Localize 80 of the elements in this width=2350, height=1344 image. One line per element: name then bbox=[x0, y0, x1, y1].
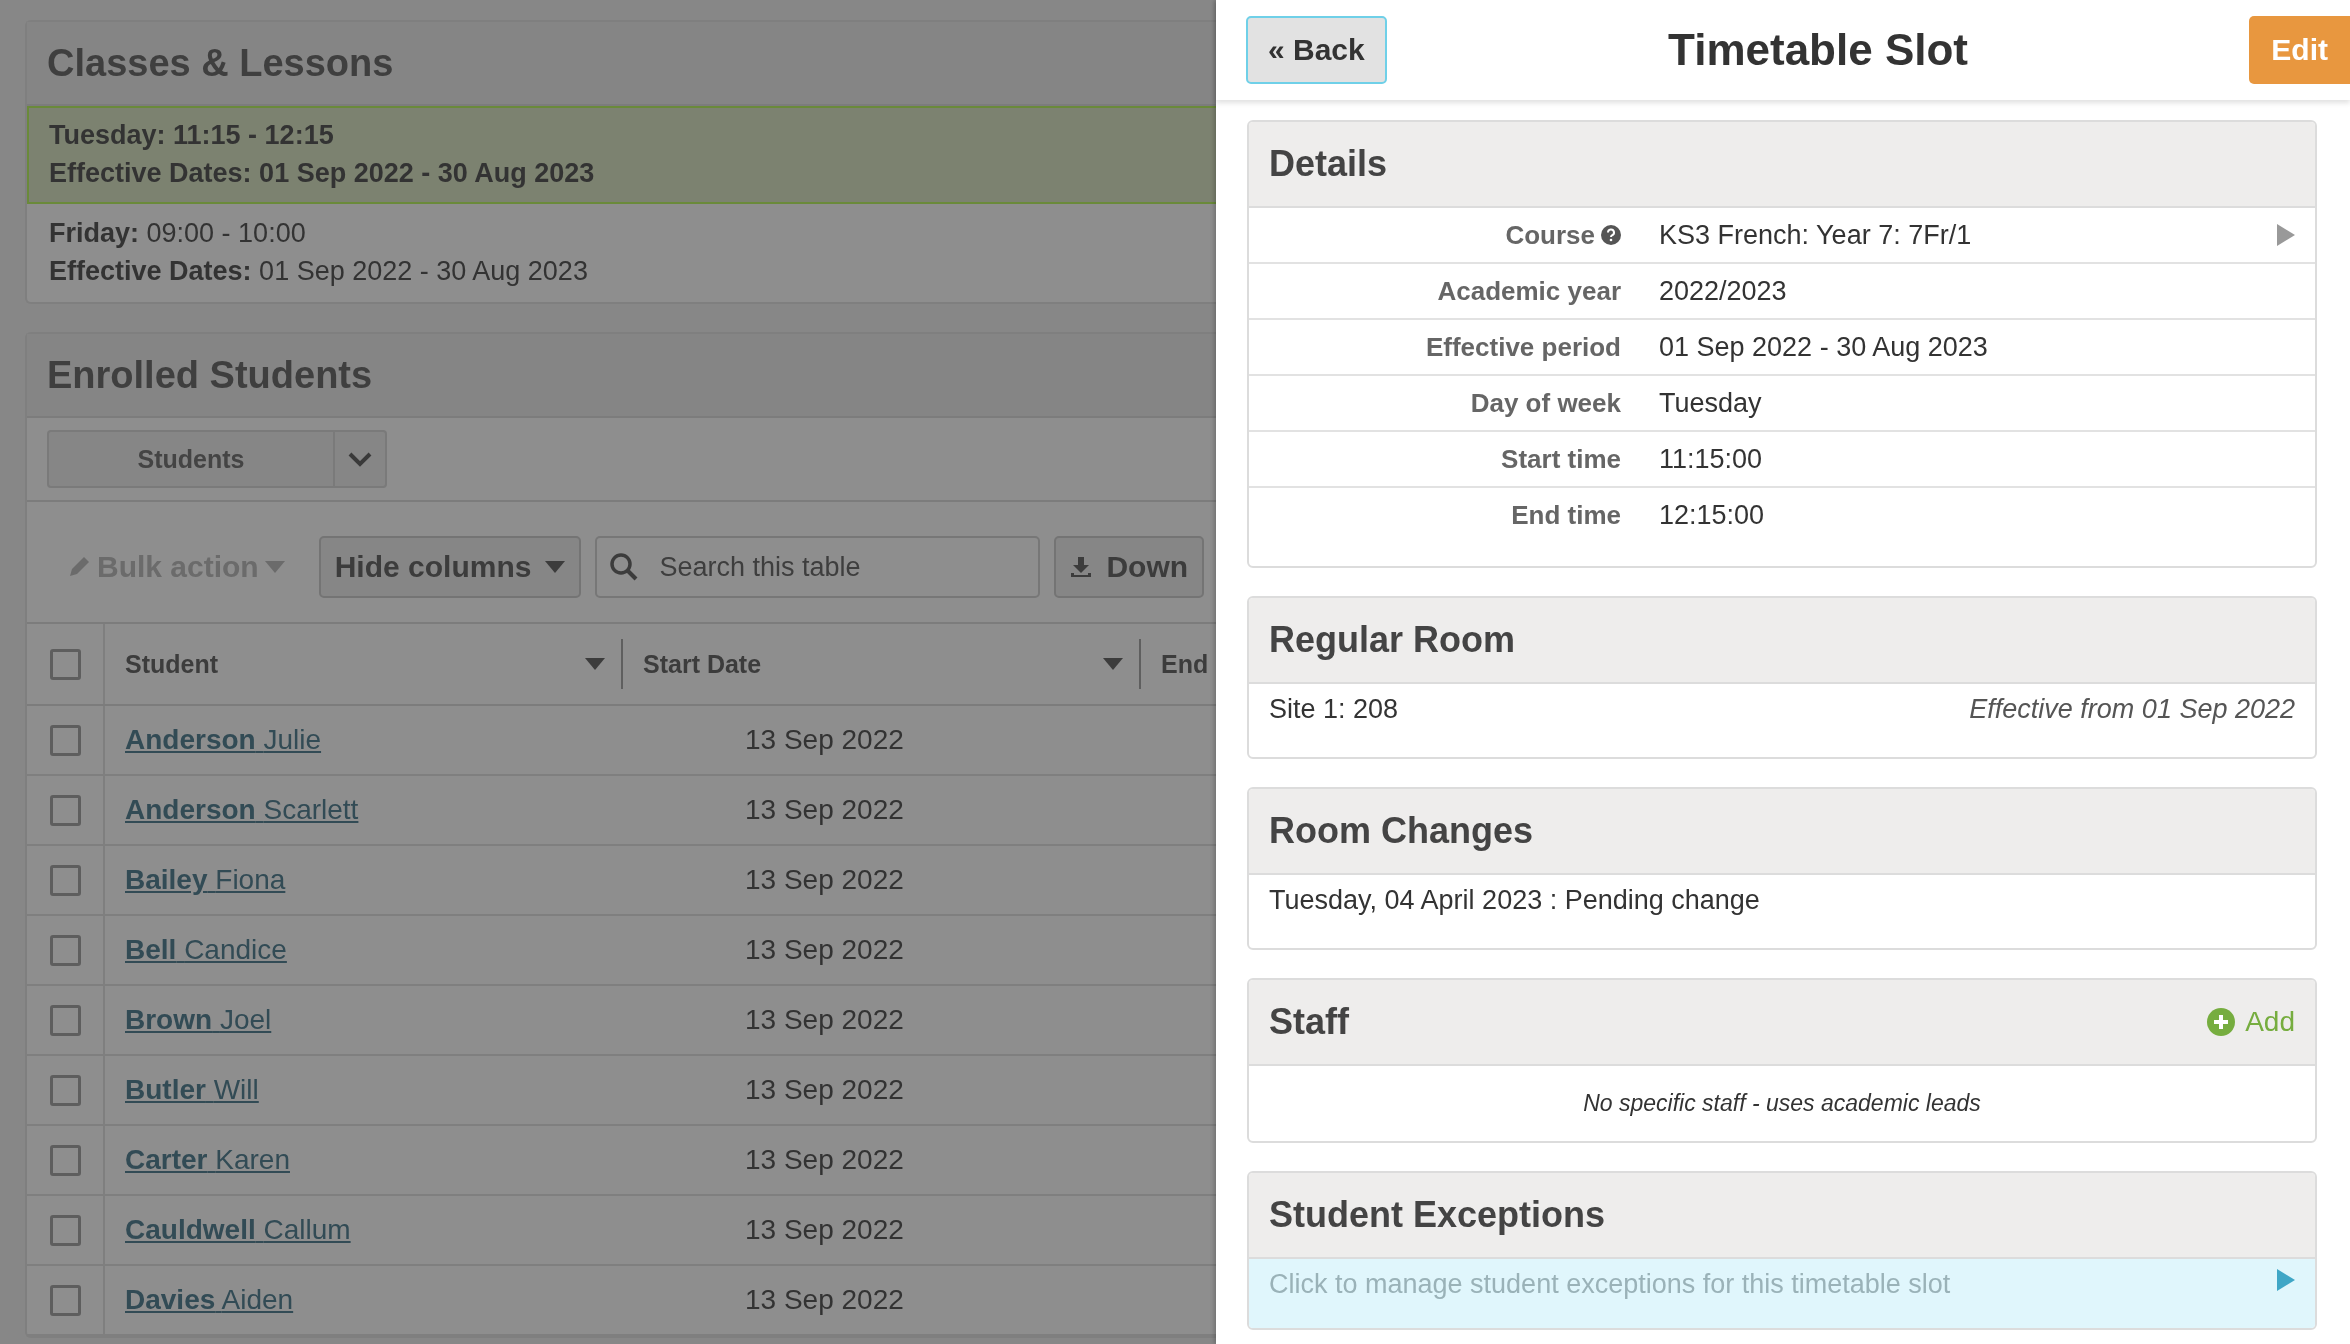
panel-title: Enrolled Students bbox=[47, 353, 373, 397]
student-link[interactable]: Anderson Julie bbox=[125, 724, 322, 755]
slot-time: Friday: 09:00 - 10:00 bbox=[49, 217, 307, 250]
back-button[interactable]: « Back bbox=[1246, 16, 1387, 84]
table-cell: 13 Sep 2022 bbox=[745, 1284, 904, 1316]
field-label: Course bbox=[1505, 219, 1595, 251]
card-title: Regular Room bbox=[1269, 619, 1516, 661]
field-value: 11:15:00 bbox=[1658, 443, 1764, 475]
plus-circle-icon bbox=[2207, 1008, 2236, 1036]
slot-dates: Effective Dates: 01 Sep 2022 - 30 Aug 2023 bbox=[49, 157, 596, 190]
row-checkbox[interactable] bbox=[49, 724, 81, 756]
empty-message: No specific staff - uses academic leads bbox=[1582, 1089, 1982, 1118]
sort-caret-icon bbox=[585, 658, 605, 670]
row-checkbox[interactable] bbox=[49, 1004, 81, 1036]
arrow-right-icon[interactable] bbox=[2277, 224, 2295, 246]
timetable-slot[interactable]: Friday: 09:00 - 10:00 Effective Dates: 01 Sep 2022 - 30 Aug 2023 bbox=[27, 204, 1216, 302]
row-checkbox[interactable] bbox=[49, 1074, 81, 1106]
field-value: 01 Sep 2022 - 30 Aug 2023 bbox=[1658, 331, 1989, 363]
chevron-down-icon bbox=[348, 451, 372, 467]
pencil-icon bbox=[67, 555, 91, 579]
field-value[interactable]: KS3 French: Year 7: 7Fr/1 bbox=[1621, 219, 2277, 251]
caret-icon bbox=[264, 561, 285, 573]
caret-icon bbox=[545, 561, 566, 573]
table-cell: 13 Sep 2022 bbox=[745, 724, 904, 756]
help-icon[interactable] bbox=[1601, 225, 1621, 245]
column-header[interactable]: Student bbox=[105, 639, 623, 689]
table-cell: 13 Sep 2022 bbox=[745, 1004, 904, 1036]
add-link[interactable]: Add bbox=[2207, 1006, 2295, 1038]
field-label: End time bbox=[1511, 500, 1621, 531]
table-cell: 13 Sep 2022 bbox=[745, 934, 904, 966]
field-label: Day of week bbox=[1470, 387, 1621, 419]
row-checkbox[interactable] bbox=[49, 1214, 81, 1246]
card-title: Student Exceptions bbox=[1269, 1194, 1606, 1236]
sort-caret-icon bbox=[1103, 658, 1123, 670]
card-title: Details bbox=[1269, 143, 1388, 185]
student-link[interactable]: Davies Aiden bbox=[125, 1284, 294, 1315]
student-link[interactable]: Brown Joel bbox=[125, 1004, 272, 1035]
room-change-entry: Tuesday, 04 April 2023 : Pending change bbox=[1269, 885, 1760, 916]
timetable-slot[interactable]: Tuesday: 11:15 - 12:15 Effective Dates: 01 Sep 2022 - 30 Aug 2023 bbox=[27, 106, 1216, 204]
download-icon bbox=[1070, 556, 1093, 578]
slot-dates: Effective Dates: 01 Sep 2022 - 30 Aug 2023 bbox=[49, 255, 589, 288]
student-link[interactable]: Cauldwell Callum bbox=[125, 1214, 351, 1245]
table-cell: 13 Sep 2022 bbox=[745, 1074, 904, 1106]
edit-button[interactable]: Edit bbox=[2249, 16, 2350, 84]
column-header[interactable]: Start Date bbox=[623, 639, 1141, 689]
exceptions-link[interactable]: Click to manage student exceptions for this timetable slot bbox=[1249, 1259, 2315, 1328]
view-select[interactable]: Students bbox=[47, 430, 387, 488]
panel-title: Timetable Slot bbox=[1668, 25, 1968, 75]
table-cell: 13 Sep 2022 bbox=[745, 864, 904, 896]
field-label: Academic year bbox=[1437, 275, 1621, 307]
search-field[interactable]: Search this table bbox=[595, 536, 1041, 598]
field-value: 2022/2023 bbox=[1658, 275, 1788, 307]
panel-title: Classes & Lessons bbox=[47, 41, 394, 85]
row-checkbox[interactable] bbox=[49, 1284, 81, 1316]
field-label: Effective period bbox=[1425, 331, 1621, 363]
room-name: Site 1: 208 bbox=[1269, 694, 1399, 725]
download-button[interactable]: Down bbox=[1054, 536, 1205, 598]
row-checkbox[interactable] bbox=[49, 934, 81, 966]
card-title: Room Changes bbox=[1269, 810, 1534, 852]
field-label: Start time bbox=[1501, 443, 1621, 475]
arrow-right-icon bbox=[2277, 1269, 2295, 1291]
table-cell: 13 Sep 2022 bbox=[745, 794, 904, 826]
student-link[interactable]: Butler Will bbox=[125, 1074, 259, 1105]
table-cell: 13 Sep 2022 bbox=[745, 1214, 904, 1246]
select-all-checkbox[interactable] bbox=[49, 648, 81, 680]
row-checkbox[interactable] bbox=[49, 1144, 81, 1176]
card-title: Staff bbox=[1269, 1001, 1349, 1043]
student-link[interactable]: Anderson Scarlett bbox=[125, 794, 359, 825]
field-value: Tuesday bbox=[1658, 387, 1763, 419]
hide-columns-button[interactable]: Hide columns bbox=[318, 536, 582, 598]
student-link[interactable]: Bell Candice bbox=[125, 934, 287, 965]
student-link[interactable]: Bailey Fiona bbox=[125, 864, 286, 895]
row-checkbox[interactable] bbox=[49, 864, 81, 896]
search-icon bbox=[609, 552, 640, 582]
table-cell: 13 Sep 2022 bbox=[745, 1144, 904, 1176]
student-link[interactable]: Carter Karen bbox=[125, 1144, 290, 1175]
field-value: 12:15:00 bbox=[1658, 500, 1766, 531]
row-checkbox[interactable] bbox=[49, 794, 81, 826]
slot-time: Tuesday: 11:15 - 12:15 bbox=[49, 119, 335, 152]
effective-date: Effective from 01 Sep 2022 bbox=[1969, 694, 2295, 725]
